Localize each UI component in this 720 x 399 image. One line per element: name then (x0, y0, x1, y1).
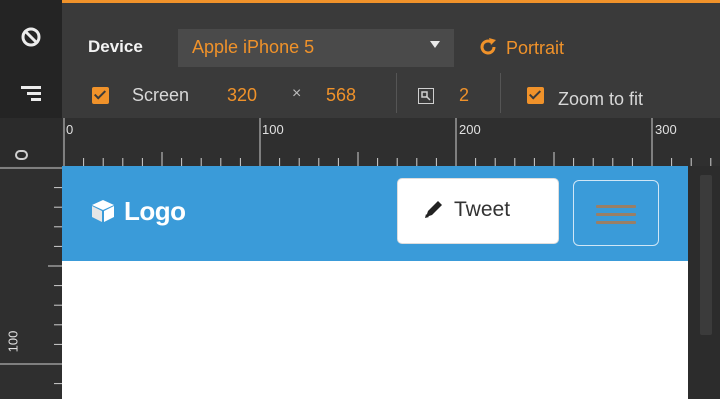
zoom-to-fit-label: Zoom to fit (558, 89, 644, 109)
pixel-ratio-icon (418, 88, 434, 104)
pencil-icon (422, 199, 444, 221)
pixel-ratio-input[interactable]: 2 (459, 85, 469, 106)
tweet-button[interactable]: Tweet (397, 178, 559, 244)
screen-label: Screen (132, 85, 190, 105)
toolbar-divider (396, 73, 397, 113)
top-ruler: 0 100 200 300 (62, 118, 720, 166)
orientation-label: Portrait (506, 38, 565, 58)
device-select-value: Apple iPhone 5 (192, 37, 315, 57)
device-viewport: Logo Tweet (62, 166, 688, 399)
ruler-label: 100 (262, 122, 284, 137)
orientation-button[interactable]: Portrait (476, 33, 606, 63)
ruler-corner (0, 118, 62, 166)
ruler-label: 100 (5, 330, 21, 353)
device-select[interactable]: Apple iPhone 5 (178, 29, 454, 67)
chevron-down-icon (430, 41, 440, 48)
screen-height-input[interactable]: 568 (326, 85, 356, 106)
ruler-toggle-icon[interactable] (15, 150, 28, 160)
scrollbar-thumb[interactable] (700, 175, 712, 335)
cube-icon (90, 198, 116, 224)
media-queries-icon[interactable] (21, 84, 41, 104)
zoom-to-fit-checkbox[interactable] (527, 87, 544, 104)
ruler-label: 300 (655, 122, 677, 137)
tweet-label: Tweet (454, 198, 511, 221)
navbar: Logo Tweet (62, 166, 688, 261)
brand-logo[interactable]: Logo (90, 196, 186, 227)
dimension-separator: × (292, 85, 302, 102)
screen-checkbox[interactable] (92, 87, 109, 104)
device-label: Device (88, 37, 143, 56)
screen-width-input[interactable]: 320 (227, 85, 257, 106)
rotate-icon (478, 37, 498, 57)
logo-text: Logo (124, 196, 186, 226)
gutter-toolbar (0, 0, 63, 118)
left-ruler: 100 (0, 166, 62, 399)
toolbar-divider (500, 73, 501, 113)
no-entry-icon[interactable] (20, 26, 42, 48)
ruler-label: 200 (459, 122, 481, 137)
hamburger-menu-button[interactable] (573, 180, 659, 246)
device-toolbar: Device Apple iPhone 5 Portrait Screen 32… (62, 0, 720, 118)
ruler-label: 0 (66, 122, 74, 137)
